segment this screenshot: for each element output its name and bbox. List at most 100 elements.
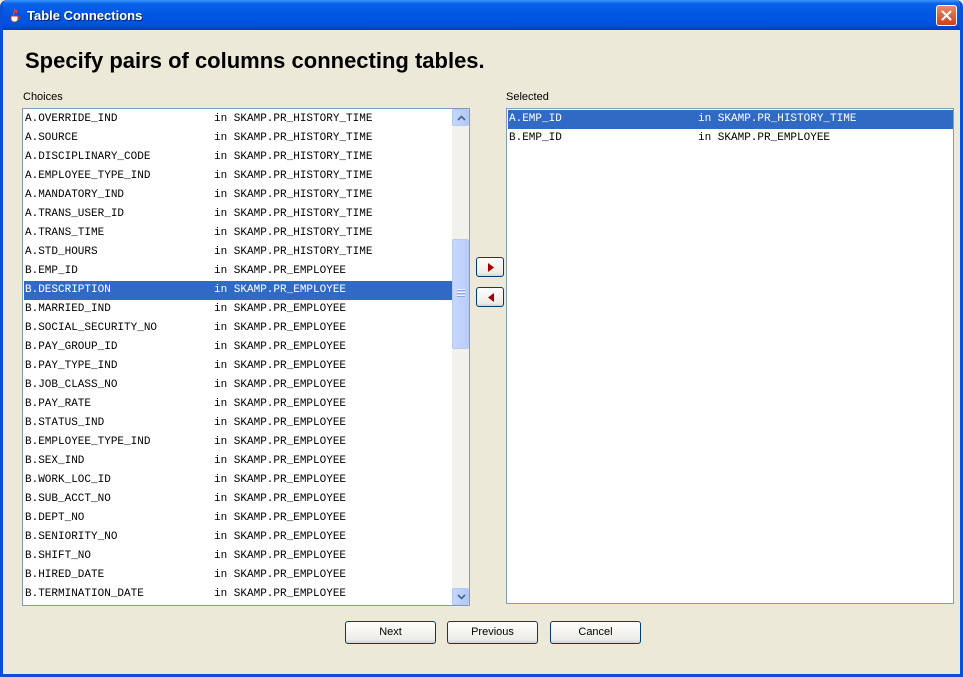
choices-scrollbar[interactable] [452, 109, 469, 605]
column-name: A.DISCIPLINARY_CODE [25, 151, 151, 163]
table-name: in SKAMP.PR_HISTORY_TIME [214, 227, 373, 239]
list-item[interactable]: B.STATUS_IND in SKAMP.PR_EMPLOYEE [24, 414, 453, 433]
arrow-left-icon [488, 293, 494, 302]
table-name: in SKAMP.PR_EMPLOYEE [698, 132, 831, 144]
table-name: in SKAMP.PR_HISTORY_TIME [214, 246, 373, 258]
table-name: in SKAMP.PR_EMPLOYEE [214, 303, 347, 315]
table-name: in SKAMP.PR_HISTORY_TIME [214, 113, 373, 125]
table-name: in SKAMP.PR_HISTORY_TIME [214, 189, 373, 201]
close-x-icon [941, 10, 952, 21]
list-item[interactable]: B.EMPLOYEE_TYPE_IND in SKAMP.PR_EMPLOYEE [24, 433, 453, 452]
list-item[interactable]: A.OVERRIDE_IND in SKAMP.PR_HISTORY_TIME [24, 110, 453, 129]
list-item[interactable]: A.DISCIPLINARY_CODE in SKAMP.PR_HISTORY_T… [24, 148, 453, 167]
list-item[interactable]: B.DEPT_NO in SKAMP.PR_EMPLOYEE [24, 509, 453, 528]
table-name: in SKAMP.PR_EMPLOYEE [214, 550, 347, 562]
scroll-thumb[interactable] [452, 239, 469, 349]
list-item[interactable]: B.HIRED_DATE in SKAMP.PR_EMPLOYEE [24, 566, 453, 585]
table-name: in SKAMP.PR_EMPLOYEE [214, 588, 347, 600]
column-name: B.DEPT_NO [25, 512, 85, 524]
chevron-down-icon [457, 594, 466, 600]
list-item[interactable]: B.DESCRIPTION in SKAMP.PR_EMPLOYEE [24, 281, 453, 300]
table-name: in SKAMP.PR_HISTORY_TIME [214, 151, 373, 163]
list-item[interactable]: B.SEX_IND in SKAMP.PR_EMPLOYEE [24, 452, 453, 471]
list-item[interactable]: B.PAY_RATE in SKAMP.PR_EMPLOYEE [24, 395, 453, 414]
list-item[interactable]: A.EMPLOYEE_TYPE_IND in SKAMP.PR_HISTORY_T… [24, 167, 453, 186]
list-item[interactable]: B.MARRIED_IND in SKAMP.PR_EMPLOYEE [24, 300, 453, 319]
list-item[interactable]: A.TRANS_USER_ID in SKAMP.PR_HISTORY_TIME [24, 205, 453, 224]
table-name: in SKAMP.PR_EMPLOYEE [214, 322, 347, 334]
table-name: in SKAMP.PR_EMPLOYEE [214, 284, 347, 296]
table-name: in SKAMP.PR_EMPLOYEE [214, 436, 347, 448]
table-name: in SKAMP.PR_HISTORY_TIME [214, 208, 373, 220]
scroll-up-button[interactable] [452, 109, 469, 126]
close-button[interactable] [936, 5, 957, 26]
list-item[interactable]: B.PAY_GROUP_ID in SKAMP.PR_EMPLOYEE [24, 338, 453, 357]
selected-list[interactable]: A.EMP_ID in SKAMP.PR_HISTORY_TIME B.EMP_ID… [506, 108, 954, 604]
list-item[interactable]: B.EMP_ID in SKAMP.PR_EMPLOYEE [508, 129, 953, 148]
column-name: A.OVERRIDE_IND [25, 113, 118, 125]
table-name: in SKAMP.PR_EMPLOYEE [214, 569, 347, 581]
column-name: B.TERMINATION_DATE [25, 588, 144, 600]
column-name: A.STD_HOURS [25, 246, 98, 258]
window-title: Table Connections [27, 8, 143, 23]
table-connections-dialog: Table Connections Specify pairs of colum… [0, 0, 963, 677]
arrow-right-icon [488, 263, 494, 272]
list-item[interactable]: A.EMP_ID in SKAMP.PR_HISTORY_TIME [508, 110, 953, 129]
table-name: in SKAMP.PR_EMPLOYEE [214, 455, 347, 467]
scroll-down-button[interactable] [452, 588, 469, 605]
choices-list[interactable]: A.OVERRIDE_IND in SKAMP.PR_HISTORY_TIME A.… [22, 108, 470, 606]
column-name: B.SOCIAL_SECURITY_NO [25, 322, 158, 334]
page-title: Specify pairs of columns connecting tabl… [25, 48, 485, 73]
table-name: in SKAMP.PR_EMPLOYEE [214, 379, 347, 391]
column-name: B.SEX_IND [25, 455, 85, 467]
column-name: B.DESCRIPTION [25, 284, 111, 296]
table-name: in SKAMP.PR_EMPLOYEE [214, 474, 347, 486]
selected-label: Selected [506, 91, 549, 103]
table-name: in SKAMP.PR_EMPLOYEE [214, 531, 347, 543]
remove-pair-button[interactable] [476, 287, 504, 307]
table-name: in SKAMP.PR_EMPLOYEE [214, 360, 347, 372]
list-item[interactable]: B.TERMINATION_DATE in SKAMP.PR_EMPLOYEE [24, 585, 453, 604]
next-button[interactable]: Next [345, 621, 436, 644]
previous-button[interactable]: Previous [447, 621, 538, 644]
choices-label: Choices [23, 91, 63, 103]
table-name: in SKAMP.PR_EMPLOYEE [214, 417, 347, 429]
column-name: A.TRANS_USER_ID [25, 208, 125, 220]
column-name: B.STATUS_IND [25, 417, 105, 429]
title-bar[interactable]: Table Connections [3, 0, 960, 30]
table-name: in SKAMP.PR_EMPLOYEE [214, 493, 347, 505]
column-name: B.SHIFT_NO [25, 550, 92, 562]
list-item[interactable]: B.EMP_ID in SKAMP.PR_EMPLOYEE [24, 262, 453, 281]
list-item[interactable]: B.PAY_TYPE_IND in SKAMP.PR_EMPLOYEE [24, 357, 453, 376]
list-item[interactable]: B.SOCIAL_SECURITY_NO in SKAMP.PR_EMPLOYEE [24, 319, 453, 338]
table-name: in SKAMP.PR_HISTORY_TIME [698, 113, 857, 125]
add-pair-button[interactable] [476, 257, 504, 277]
table-name: in SKAMP.PR_EMPLOYEE [214, 512, 347, 524]
list-item[interactable]: B.WORK_LOC_ID in SKAMP.PR_EMPLOYEE [24, 471, 453, 490]
column-name: B.PAY_TYPE_IND [25, 360, 118, 372]
cancel-button[interactable]: Cancel [550, 621, 641, 644]
list-item[interactable]: B.SENIORITY_NO in SKAMP.PR_EMPLOYEE [24, 528, 453, 547]
list-item[interactable]: A.TRANS_TIME in SKAMP.PR_HISTORY_TIME [24, 224, 453, 243]
column-name: A.TRANS_TIME [25, 227, 105, 239]
table-name: in SKAMP.PR_EMPLOYEE [214, 341, 347, 353]
column-name: B.PAY_GROUP_ID [25, 341, 118, 353]
chevron-up-icon [457, 115, 466, 121]
grip-line [457, 295, 465, 297]
list-item[interactable]: A.STD_HOURS in SKAMP.PR_HISTORY_TIME [24, 243, 453, 262]
column-name: B.MARRIED_IND [25, 303, 111, 315]
java-cup-icon [10, 8, 21, 23]
list-item[interactable]: A.MANDATORY_IND in SKAMP.PR_HISTORY_TIME [24, 186, 453, 205]
column-name: B.EMP_ID [25, 265, 78, 277]
column-name: B.SENIORITY_NO [25, 531, 118, 543]
column-name: B.HIRED_DATE [25, 569, 105, 581]
list-item[interactable]: B.JOB_CLASS_NO in SKAMP.PR_EMPLOYEE [24, 376, 453, 395]
list-item[interactable]: A.SOURCE in SKAMP.PR_HISTORY_TIME [24, 129, 453, 148]
list-item[interactable]: B.SUB_ACCT_NO in SKAMP.PR_EMPLOYEE [24, 490, 453, 509]
table-name: in SKAMP.PR_EMPLOYEE [214, 398, 347, 410]
table-name: in SKAMP.PR_HISTORY_TIME [214, 170, 373, 182]
column-name: B.EMPLOYEE_TYPE_IND [25, 436, 151, 448]
list-item[interactable]: B.SHIFT_NO in SKAMP.PR_EMPLOYEE [24, 547, 453, 566]
grip-line [457, 289, 465, 291]
column-name: B.PAY_RATE [25, 398, 92, 410]
